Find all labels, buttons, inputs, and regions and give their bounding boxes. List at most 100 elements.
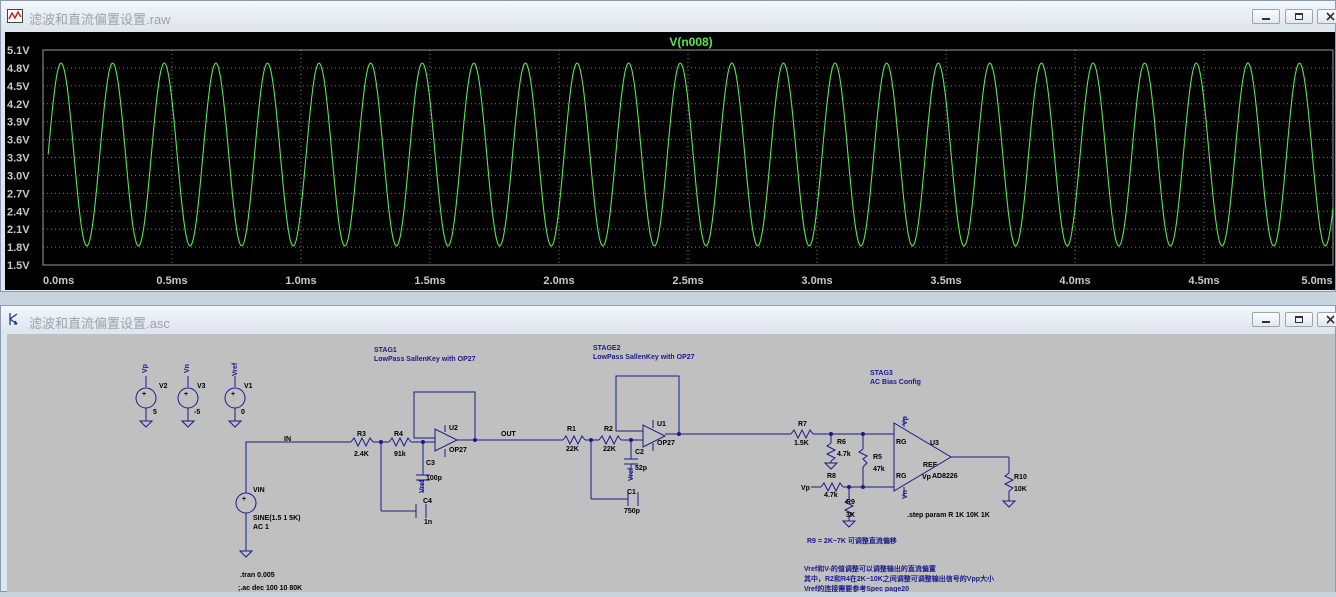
stage2-vref-label: Vref: [628, 467, 635, 481]
x-tick-label: 5.0ms: [1301, 275, 1332, 287]
maximize-button[interactable]: [1285, 9, 1313, 24]
note-line-3: Vref的连接需要参考Spec page20: [804, 584, 909, 592]
u3-model: AD8226: [932, 473, 958, 480]
x-tick-label: 1.5ms: [414, 275, 445, 287]
u3-pin-ref: REF: [923, 462, 938, 469]
y-tick-label: 3.9V: [7, 117, 30, 129]
close-button[interactable]: [1317, 312, 1336, 327]
y-tick-label: 3.6V: [7, 135, 30, 147]
vin-value: SINE(1.5 1 5K): [253, 515, 300, 522]
schematic-window: 滤波和直流偏置设置.asc + Vp V2 5 + Vn V3 -5 + Vre…: [0, 305, 1336, 593]
stage2-circuit[interactable]: [475, 375, 791, 506]
vin-ac: AC 1: [253, 524, 269, 531]
r2-value: 22K: [603, 446, 616, 453]
y-tick-label: 2.1V: [7, 224, 30, 236]
x-tick-label: 3.5ms: [930, 275, 961, 287]
x-tick-label: 4.0ms: [1059, 275, 1090, 287]
out-net-label: OUT: [501, 431, 517, 438]
r8-value: 4.7k: [824, 492, 838, 499]
y-tick-label: 3.0V: [7, 170, 30, 182]
stage1-vref-label: Vref: [419, 479, 426, 493]
close-button[interactable]: [1317, 9, 1336, 24]
trace-vn008[interactable]: [47, 62, 1334, 247]
stage3-title: STAG3: [870, 370, 893, 377]
stage2-title: STAGE2: [593, 345, 621, 352]
y-tick-label: 4.5V: [7, 81, 30, 93]
x-tick-label: 1.0ms: [285, 275, 316, 287]
close-icon: [1326, 12, 1335, 21]
waveform-titlebar[interactable]: 滤波和直流偏置设置.raw: [1, 1, 1336, 31]
v2-net-label: Vp: [142, 364, 149, 373]
x-tick-label: 0.5ms: [156, 275, 187, 287]
r5-ref: R5: [873, 454, 882, 461]
minimize-icon: [1262, 321, 1270, 323]
c3-value: 100p: [426, 475, 442, 482]
schematic-canvas[interactable]: + Vp V2 5 + Vn V3 -5 + Vref V1 0 + IN VI…: [7, 334, 1335, 593]
voltage-source-v3[interactable]: +: [177, 376, 199, 428]
schematic-titlebar[interactable]: 滤波和直流偏置设置.asc: [1, 306, 1336, 332]
x-tick-label: 4.5ms: [1188, 275, 1219, 287]
u2-ref: U2: [449, 425, 458, 432]
r10-value: 10K: [1014, 486, 1027, 493]
u2-model: OP27: [449, 447, 467, 454]
r8-vp-net-label: Vp: [801, 485, 810, 492]
r5-value: 47k: [873, 466, 885, 473]
waveform-window-title: 滤波和直流偏置设置.raw: [29, 12, 171, 27]
r1-value: 22K: [566, 446, 579, 453]
u3-pin-rg-top: RG: [896, 439, 907, 446]
input-source-vin[interactable]: +: [235, 441, 351, 558]
y-tick-label: 2.7V: [7, 188, 30, 200]
minimize-button[interactable]: [1252, 312, 1280, 327]
x-tick-label: 2.0ms: [543, 275, 574, 287]
u1-ref: U1: [657, 421, 666, 428]
u3-ref: U3: [930, 440, 939, 447]
y-tick-label: 2.4V: [7, 206, 30, 218]
waveform-chart: 5.1V 4.8V 4.5V 4.2V 3.9V 3.6V 3.3V 3.0V 2.7V 2.4V…: [7, 35, 1334, 287]
note-line-1: Vref和V-的值调整可以调整输出的直流偏置: [804, 564, 936, 573]
maximize-button[interactable]: [1285, 312, 1313, 327]
svg-text:+: +: [184, 391, 188, 398]
stage1-circuit[interactable]: [350, 391, 476, 518]
u3-vp-label: Vp: [922, 474, 931, 481]
stage3-circuit[interactable]: [790, 417, 1016, 528]
vin-ref: VIN: [253, 487, 265, 494]
v3-ref: V3: [197, 383, 206, 390]
ac-directive[interactable]: ;.ac dec 100 10 80K: [238, 585, 302, 592]
v2-ref: V2: [159, 383, 168, 390]
voltage-source-v2[interactable]: +: [135, 376, 157, 428]
v2-value: 5: [153, 409, 157, 416]
y-tick-label: 3.3V: [7, 153, 30, 165]
minimize-button[interactable]: [1252, 9, 1280, 24]
maximize-icon: [1295, 13, 1303, 20]
close-icon: [1326, 315, 1335, 324]
tran-directive[interactable]: .tran 0.005: [240, 572, 275, 579]
r3-value: 2.4K: [354, 451, 369, 458]
y-tick-label: 1.8V: [7, 242, 30, 254]
r7-ref: R7: [798, 421, 807, 428]
y-tick-label: 5.1V: [7, 45, 30, 57]
step-directive[interactable]: .step param R 1K 10K 1K: [907, 512, 990, 519]
maximize-icon: [1295, 316, 1303, 323]
stage1-subtitle: LowPass SallenKey with OP27: [374, 356, 476, 363]
voltage-source-v1[interactable]: +: [224, 376, 246, 428]
v1-net-label: Vref: [232, 362, 239, 376]
v1-value: 0: [241, 409, 245, 416]
r8-ref: R8: [827, 473, 836, 480]
y-tick-label: 4.8V: [7, 63, 30, 75]
u3-pin-rg-bottom: RG: [896, 473, 907, 480]
r2-ref: R2: [604, 426, 613, 433]
v3-net-label: Vn: [184, 364, 191, 373]
y-tick-label: 4.2V: [7, 99, 30, 111]
waveform-icon: [7, 9, 23, 23]
r6-value: 4.7k: [837, 451, 851, 458]
schematic-drawing: + Vp V2 5 + Vn V3 -5 + Vref V1 0 + IN VI…: [135, 345, 1027, 593]
c2-ref: C2: [635, 449, 644, 456]
waveform-window: 滤波和直流偏置设置.raw 5.1V 4.8V 4.5V 4.2V 3.9V 3.6V 3.…: [0, 0, 1336, 292]
waveform-plot-area[interactable]: 5.1V 4.8V 4.5V 4.2V 3.9V 3.6V 3.3V 3.0V 2.7V 2.4V…: [5, 32, 1335, 290]
u3-vn-pin: Vn: [902, 490, 909, 499]
x-tick-label: 0.0ms: [43, 275, 74, 287]
v1-ref: V1: [244, 383, 253, 390]
c1-ref: C1: [627, 489, 636, 496]
y-tick-label: 1.5V: [7, 260, 30, 272]
r9-ref: R9: [846, 499, 855, 506]
